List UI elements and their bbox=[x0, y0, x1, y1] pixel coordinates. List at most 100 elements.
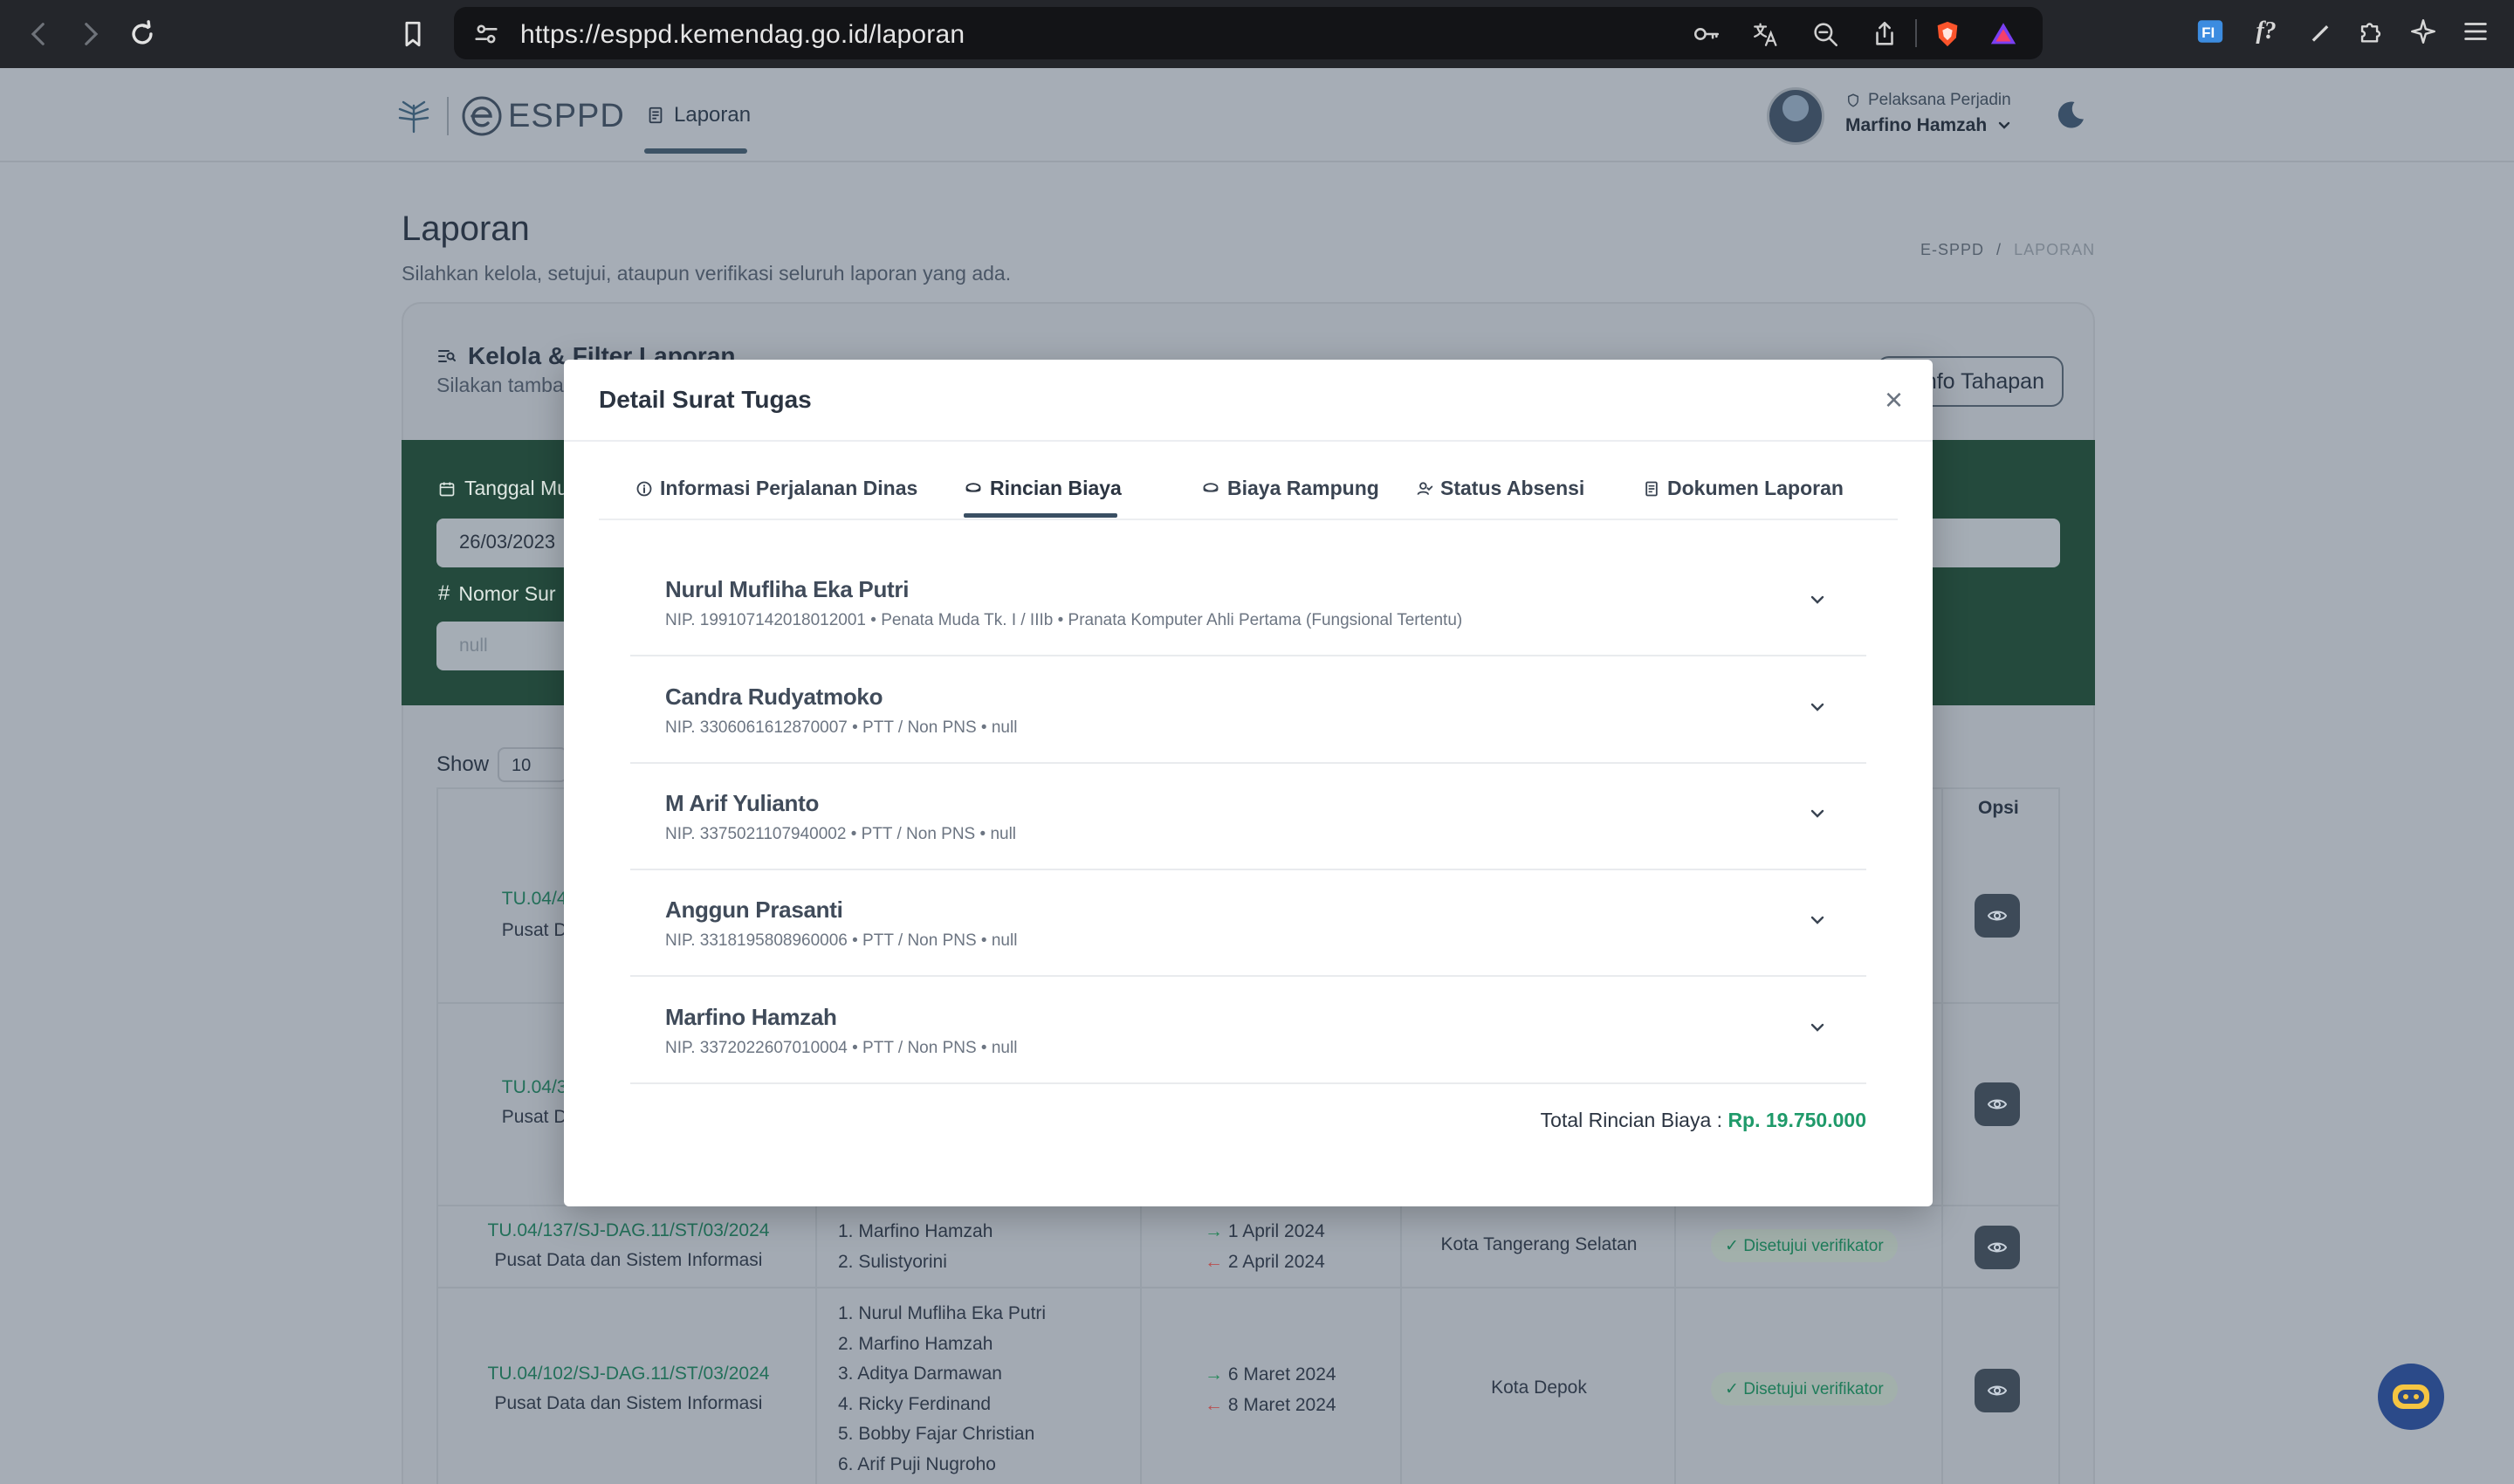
breadcrumb: E-SPPD / LAPORAN bbox=[1920, 241, 2095, 259]
shield-icon bbox=[1848, 93, 1858, 107]
show-entries-select[interactable]: 10 bbox=[498, 747, 567, 782]
nav-laporan-label: Laporan bbox=[674, 103, 752, 127]
table-row-st-number[interactable]: TU.04/137/SJ-DAG.11/ST/03/2024 bbox=[436, 1220, 821, 1241]
accordion-item-person[interactable]: Marfino Hamzah NIP. 3372022607010004 • P… bbox=[630, 978, 1866, 1084]
brave-shield-icon[interactable] bbox=[1933, 19, 1962, 49]
extension-formula-icon[interactable]: f? bbox=[2249, 14, 2284, 49]
view-button[interactable] bbox=[1975, 1082, 2020, 1126]
page-subtitle: Silahkan kelola, setujui, ataupun verifi… bbox=[402, 262, 1012, 285]
tab-status-absensi[interactable]: Status Absensi bbox=[1416, 477, 1584, 500]
user-role: Pelaksana Perjadin bbox=[1845, 91, 2011, 110]
accordion-item-person[interactable]: Nurul Mufliha Eka Putri NIP. 19910714201… bbox=[630, 550, 1866, 656]
e-logo-icon bbox=[462, 96, 502, 136]
extension-pen-icon[interactable] bbox=[2303, 14, 2338, 49]
hash-icon: # bbox=[438, 581, 450, 605]
filter-subtitle: Silakan tamba bbox=[436, 374, 564, 396]
person-name: Nurul Mufliha Eka Putri bbox=[665, 576, 910, 602]
chatbot-button[interactable] bbox=[2378, 1364, 2444, 1430]
nav-laporan[interactable]: Laporan bbox=[646, 103, 751, 127]
tab-label: Informasi Perjalanan Dinas bbox=[660, 477, 918, 499]
person-meta: NIP. 3318195808960006 • PTT / Non PNS • … bbox=[665, 931, 1018, 950]
accordion-item-person[interactable]: Anggun Prasanti NIP. 3318195808960006 • … bbox=[630, 870, 1866, 977]
person-name: Marfino Hamzah bbox=[665, 1004, 837, 1030]
person-meta: NIP. 3306061612870007 • PTT / Non PNS • … bbox=[665, 718, 1018, 737]
user-name: Marfino Hamzah bbox=[1845, 115, 1988, 135]
arrow-right-icon bbox=[85, 23, 99, 45]
eye-icon bbox=[1987, 1385, 2008, 1396]
robot-icon bbox=[2393, 1384, 2429, 1409]
list-item: 6. Arif Puji Nugroho bbox=[838, 1453, 996, 1474]
site-settings-icon[interactable] bbox=[471, 19, 501, 49]
extension-translate-icon[interactable]: FI bbox=[2193, 14, 2228, 49]
view-button[interactable] bbox=[1975, 894, 2020, 938]
table-row-st-number[interactable]: TU.04/102/SJ-DAG.11/ST/03/2024 bbox=[436, 1364, 821, 1384]
brand-logo[interactable]: ESPPD bbox=[395, 93, 625, 140]
total-label: Total Rincian Biaya : bbox=[1540, 1109, 1723, 1131]
accordion-item-person[interactable]: Candra Rudyatmoko NIP. 3306061612870007 … bbox=[630, 657, 1866, 764]
money-icon bbox=[1203, 482, 1219, 492]
list-item: 1. Marfino Hamzah bbox=[838, 1221, 993, 1241]
date-depart: 6 Maret 2024 bbox=[1227, 1364, 1336, 1384]
leo-ai-icon[interactable] bbox=[2406, 14, 2441, 49]
menu-icon[interactable] bbox=[2458, 14, 2493, 49]
bookmark-button[interactable] bbox=[391, 12, 435, 56]
chevron-down-icon bbox=[1998, 121, 2010, 129]
tab-dokumen-laporan[interactable]: Dokumen Laporan bbox=[1643, 477, 1844, 500]
table-row-names: 1. Marfino Hamzah 2. Sulistyorini bbox=[838, 1217, 993, 1277]
document-icon bbox=[649, 106, 663, 124]
opsi-header: Opsi bbox=[1978, 798, 2019, 818]
tab-informasi-perjalanan-dinas[interactable]: Informasi Perjalanan Dinas bbox=[635, 477, 917, 500]
chevron-down-icon[interactable] bbox=[1809, 1021, 1826, 1034]
modal-tabs: Informasi Perjalanan Dinas Rincian Biaya… bbox=[599, 442, 1898, 520]
divider bbox=[1915, 19, 1917, 47]
table-row-unit: Pusat Data dan Sistem Informasi bbox=[494, 1250, 763, 1270]
chevron-down-icon[interactable] bbox=[1809, 594, 1826, 606]
key-icon[interactable] bbox=[1692, 19, 1721, 49]
translate-icon[interactable] bbox=[1751, 19, 1781, 49]
breadcrumb-current: LAPORAN bbox=[2014, 241, 2096, 258]
tab-rincian-biaya[interactable]: Rincian Biaya bbox=[964, 477, 1122, 500]
list-item: 2. Sulistyorini bbox=[838, 1251, 947, 1272]
user-menu[interactable]: Marfino Hamzah bbox=[1845, 115, 2011, 136]
avatar[interactable] bbox=[1767, 87, 1824, 145]
address-bar[interactable]: https://esppd.kemendag.go.id/laporan bbox=[454, 7, 2043, 59]
table-row-city: Kota Tangerang Selatan bbox=[1440, 1234, 1638, 1254]
show-label: Show bbox=[436, 752, 490, 776]
extensions-puzzle-icon[interactable] bbox=[2353, 14, 2388, 49]
list-item: 2. Marfino Hamzah bbox=[838, 1333, 993, 1354]
zoom-icon[interactable] bbox=[1810, 19, 1840, 49]
document-icon bbox=[1645, 481, 1658, 496]
date-filter-label: Tanggal Mu bbox=[438, 477, 568, 500]
detail-surat-tugas-modal: Detail Surat Tugas × Informasi Perjalana… bbox=[564, 360, 1933, 1206]
chevron-down-icon[interactable] bbox=[1809, 914, 1826, 926]
accordion-item-person[interactable]: M Arif Yulianto NIP. 3375021107940002 • … bbox=[630, 764, 1866, 870]
brand-divider bbox=[447, 97, 449, 135]
close-icon[interactable]: × bbox=[1885, 384, 1903, 416]
status-badge: ✓ Disetujui verifikator bbox=[1711, 1372, 1898, 1405]
forward-button[interactable] bbox=[68, 12, 112, 56]
view-button[interactable] bbox=[1975, 1369, 2020, 1412]
date-return: 2 April 2024 bbox=[1227, 1251, 1325, 1272]
user-role-label: Pelaksana Perjadin bbox=[1868, 91, 2011, 109]
url-text[interactable]: https://esppd.kemendag.go.id/laporan bbox=[520, 20, 965, 50]
back-button[interactable] bbox=[17, 12, 61, 56]
tab-biaya-rampung[interactable]: Biaya Rampung bbox=[1201, 477, 1379, 500]
svg-text:FI: FI bbox=[2201, 24, 2215, 41]
view-button[interactable] bbox=[1975, 1226, 2020, 1269]
chevron-down-icon[interactable] bbox=[1809, 807, 1826, 820]
chevron-down-icon[interactable] bbox=[1809, 701, 1826, 713]
list-item: 1. Nurul Mufliha Eka Putri bbox=[838, 1303, 1047, 1323]
breadcrumb-root[interactable]: E-SPPD bbox=[1920, 241, 1984, 258]
arrow-left-icon bbox=[31, 23, 45, 45]
brave-rewards-icon[interactable] bbox=[1989, 19, 2018, 49]
money-icon bbox=[965, 482, 981, 492]
reload-button[interactable] bbox=[120, 12, 164, 56]
table-row-dates: → 6 Maret 2024 ← 8 Maret 2024 bbox=[1205, 1360, 1336, 1420]
share-icon[interactable] bbox=[1870, 19, 1899, 49]
user-check-icon bbox=[1417, 481, 1433, 495]
total-rincian-biaya: Total Rincian Biaya : Rp. 19.750.000 bbox=[1541, 1109, 1866, 1132]
dark-mode-moon-icon[interactable] bbox=[2055, 100, 2086, 131]
list-item: 4. Ricky Ferdinand bbox=[838, 1393, 992, 1414]
check-icon: ✓ bbox=[1725, 1380, 1739, 1398]
status-badge-label: Disetujui verifikator bbox=[1743, 1380, 1884, 1398]
